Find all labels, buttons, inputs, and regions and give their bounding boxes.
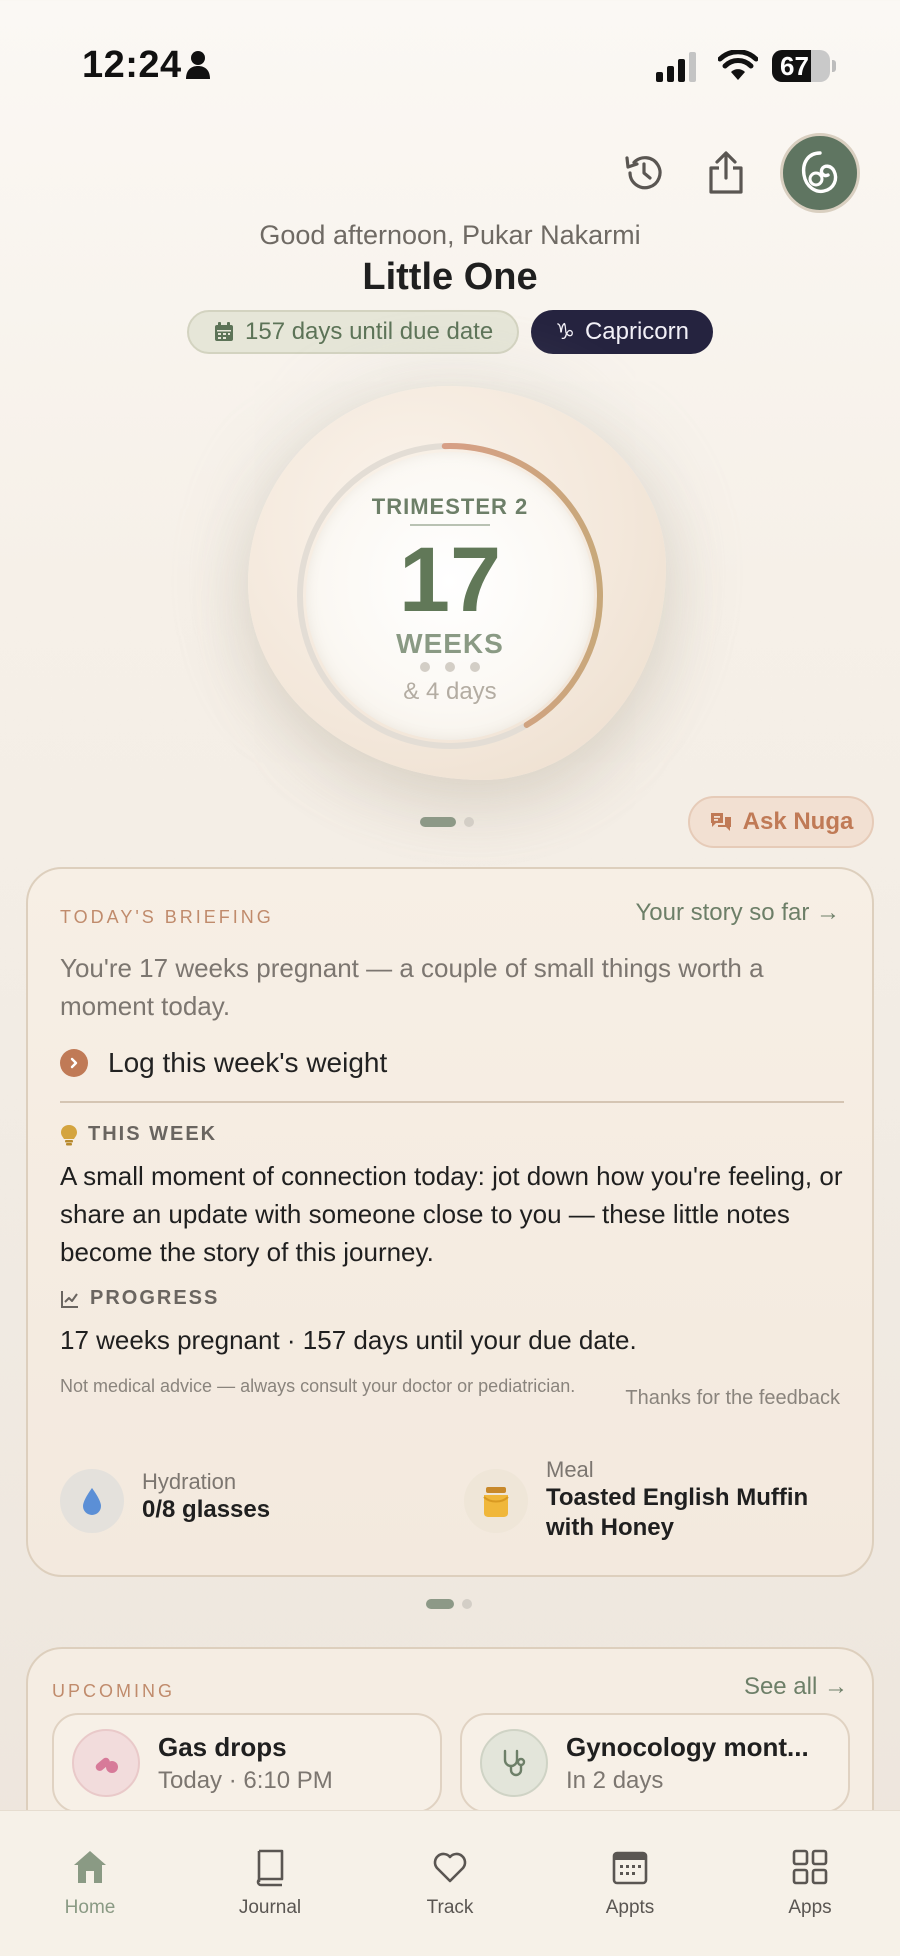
weeks-label: WEEKS: [396, 628, 504, 659]
upcoming-subtitle: Today · 6:10 PM: [158, 1766, 333, 1794]
cellular-signal-icon: [656, 52, 696, 82]
pager-dot-active: [426, 1599, 454, 1609]
book-icon: [256, 1849, 284, 1887]
chat-bubbles-icon: [710, 813, 731, 831]
days-label: & 4 days: [403, 678, 497, 705]
tab-label: Track: [426, 1897, 474, 1918]
info-pills: 157 days until due date ♑ Capricorn: [0, 310, 900, 354]
tab-label: Apps: [788, 1897, 832, 1918]
person-icon: [186, 51, 210, 79]
history-button[interactable]: [616, 145, 672, 201]
trimester-underline: [410, 524, 490, 526]
profile-avatar[interactable]: [780, 133, 860, 213]
task-log-weight[interactable]: Log this week's weight: [60, 1047, 387, 1079]
grid-icon: [792, 1849, 828, 1885]
home-icon: [74, 1851, 106, 1883]
capricorn-icon: ♑: [555, 319, 575, 345]
greeting-text: Good afternoon, Pukar Nakarmi: [259, 220, 641, 250]
upcoming-title: Gas drops: [158, 1731, 287, 1762]
progress-heading: PROGRESS: [60, 1287, 219, 1310]
heart-icon: [433, 1852, 467, 1883]
calendar-icon: [215, 322, 233, 341]
tab-apps[interactable]: Apps: [750, 1847, 870, 1919]
lightbulb-icon: [61, 1124, 77, 1145]
ask-nuga-button[interactable]: Ask Nuga: [688, 796, 874, 848]
tab-journal[interactable]: Journal: [210, 1847, 330, 1919]
upcoming-subtitle: In 2 days: [566, 1766, 664, 1794]
trimester-label: TRIMESTER 2: [371, 494, 529, 519]
pager-dot-active: [420, 817, 456, 827]
hydration-value: 0/8 glasses: [142, 1496, 271, 1523]
briefing-card: TODAY'S BRIEFING Your story so far → You…: [26, 867, 874, 1577]
tab-track[interactable]: Track: [390, 1847, 510, 1919]
upcoming-title: Gynocology mont...: [566, 1731, 809, 1762]
weeks-number: 17: [398, 529, 502, 631]
battery-percent: 67: [780, 51, 809, 81]
tab-label: Journal: [238, 1897, 302, 1918]
water-drop-icon: [60, 1469, 124, 1533]
chevron-right-icon: [60, 1049, 88, 1077]
hydration-stat[interactable]: Hydration 0/8 glasses: [60, 1469, 270, 1533]
pager-dot: [464, 817, 474, 827]
tab-label: Appts: [605, 1897, 655, 1918]
this-week-heading: THIS WEEK: [60, 1123, 217, 1146]
tab-appts[interactable]: Appts: [570, 1847, 690, 1919]
due-date-pill[interactable]: 157 days until due date: [187, 310, 520, 354]
status-time: 12:24: [82, 44, 182, 86]
meal-stat[interactable]: Meal Toasted English Muffin with Honey: [464, 1457, 846, 1543]
feedback-status: Thanks for the feedback: [625, 1387, 840, 1409]
hero-pager[interactable]: [420, 817, 474, 827]
upcoming-item[interactable]: Gynocology mont... In 2 days: [460, 1713, 850, 1813]
briefing-heading: TODAY'S BRIEFING: [60, 907, 274, 927]
medical-disclaimer: Not medical advice — always consult your…: [60, 1376, 576, 1396]
top-actions: [616, 130, 860, 216]
pregnancy-progress-hero[interactable]: TRIMESTER 2 17 WEEKS & 4 days: [0, 370, 900, 790]
tab-label: Home: [64, 1897, 116, 1918]
wifi-icon: [718, 50, 758, 80]
pager-dot: [462, 1599, 472, 1609]
meal-label: Meal: [546, 1457, 594, 1482]
stethoscope-icon: [480, 1729, 548, 1797]
battery-indicator: 67: [772, 50, 836, 82]
tab-bar: Home Journal Track Appts Apps: [0, 1810, 900, 1956]
tab-home[interactable]: Home: [30, 1847, 150, 1919]
briefing-summary: You're 17 weeks pregnant — a couple of s…: [60, 953, 764, 1021]
calendar-icon: [612, 1851, 648, 1885]
history-icon: [625, 156, 662, 190]
trend-chart-icon: [61, 1290, 78, 1308]
due-date-text: 157 days until due date: [245, 318, 494, 345]
share-button[interactable]: [698, 145, 754, 201]
meal-value: Toasted English Muffin with Honey: [546, 1484, 809, 1541]
progress-heading-text: PROGRESS: [90, 1287, 220, 1309]
zodiac-pill[interactable]: ♑ Capricorn: [531, 310, 713, 354]
status-bar: 12:24 67: [0, 0, 900, 130]
story-so-far-link[interactable]: Your story so far →: [635, 899, 840, 927]
zodiac-text: Capricorn: [584, 318, 689, 345]
baby-icon: [801, 151, 838, 194]
pill-icon: [72, 1729, 140, 1797]
upcoming-heading: UPCOMING: [52, 1681, 175, 1701]
ask-nuga-label: Ask Nuga: [742, 808, 854, 835]
this-week-text: A small moment of connection today: jot …: [60, 1161, 843, 1267]
progress-text: 17 weeks pregnant · 157 days until your …: [60, 1325, 637, 1355]
honey-jar-icon: [464, 1469, 528, 1533]
this-week-heading-text: THIS WEEK: [88, 1123, 218, 1145]
task-label: Log this week's weight: [108, 1047, 388, 1078]
see-all-link[interactable]: See all →: [744, 1673, 848, 1701]
baby-name: Little One: [362, 256, 538, 298]
briefing-pager[interactable]: [426, 1599, 472, 1609]
hydration-label: Hydration: [142, 1469, 237, 1494]
divider: [60, 1101, 844, 1103]
days-dots: [420, 662, 480, 672]
upcoming-item[interactable]: Gas drops Today · 6:10 PM: [52, 1713, 442, 1813]
share-icon: [709, 151, 743, 194]
